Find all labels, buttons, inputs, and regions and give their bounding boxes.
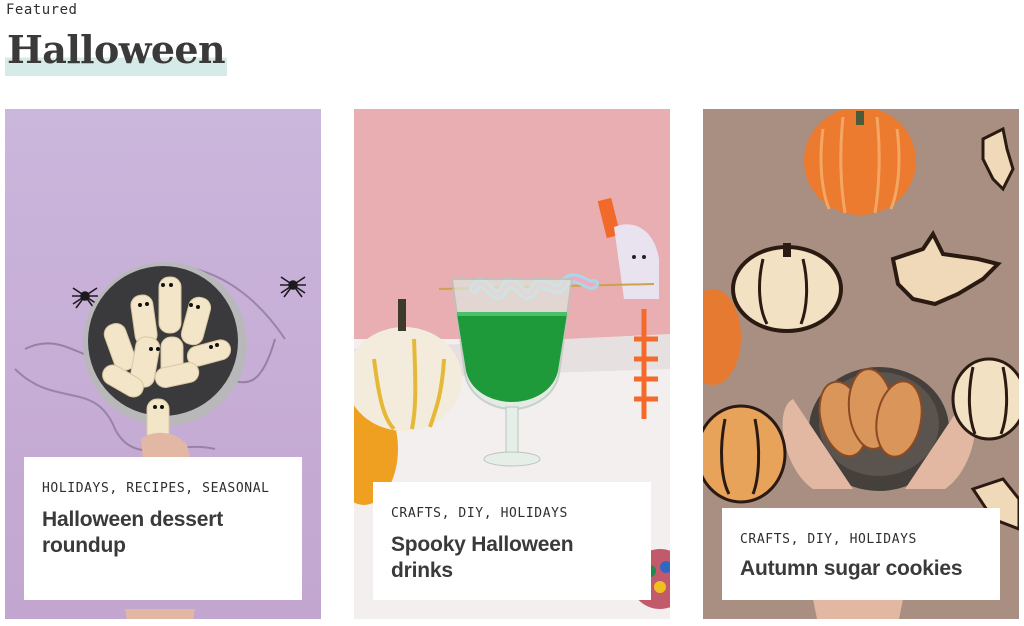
tag-separator: , (441, 506, 459, 521)
card-tags: CRAFTS, DIY, HOLIDAYS (740, 528, 982, 552)
card-title[interactable]: Autumn sugar cookies (740, 556, 982, 582)
tag-separator: , (185, 481, 203, 496)
tag-separator: , (790, 532, 808, 547)
card-caption: CRAFTS, DIY, HOLIDAYS Autumn sugar cooki… (722, 508, 1000, 600)
card-tags: CRAFTS, DIY, HOLIDAYS (391, 502, 633, 526)
tag-seasonal[interactable]: SEASONAL (202, 481, 269, 496)
card-caption: HOLIDAYS, RECIPES, SEASONAL Halloween de… (24, 457, 302, 600)
tag-holidays[interactable]: HOLIDAYS (501, 506, 568, 521)
tag-crafts[interactable]: CRAFTS (391, 506, 442, 521)
card-title[interactable]: Spooky Halloween drinks (391, 532, 633, 584)
tag-holidays[interactable]: HOLIDAYS (850, 532, 917, 547)
tag-separator: , (832, 532, 850, 547)
tag-diy[interactable]: DIY (458, 506, 483, 521)
page-title: Halloween (5, 24, 228, 76)
tag-separator: , (109, 481, 127, 496)
card-autumn-sugar-cookies[interactable]: CRAFTS, DIY, HOLIDAYS Autumn sugar cooki… (703, 109, 1019, 619)
tag-separator: , (483, 506, 501, 521)
tag-crafts[interactable]: CRAFTS (740, 532, 791, 547)
card-tags: HOLIDAYS, RECIPES, SEASONAL (42, 477, 284, 501)
tag-diy[interactable]: DIY (807, 532, 832, 547)
card-grid: HOLIDAYS, RECIPES, SEASONAL Halloween de… (5, 109, 1020, 619)
tag-holidays[interactable]: HOLIDAYS (42, 481, 109, 496)
tag-recipes[interactable]: RECIPES (126, 481, 185, 496)
card-spooky-halloween-drinks[interactable]: CRAFTS, DIY, HOLIDAYS Spooky Halloween d… (354, 109, 670, 619)
card-caption: CRAFTS, DIY, HOLIDAYS Spooky Halloween d… (373, 482, 651, 600)
section-eyebrow: Featured (6, 2, 78, 18)
card-title[interactable]: Halloween dessert roundup (42, 507, 284, 559)
card-halloween-dessert-roundup[interactable]: HOLIDAYS, RECIPES, SEASONAL Halloween de… (5, 109, 321, 619)
